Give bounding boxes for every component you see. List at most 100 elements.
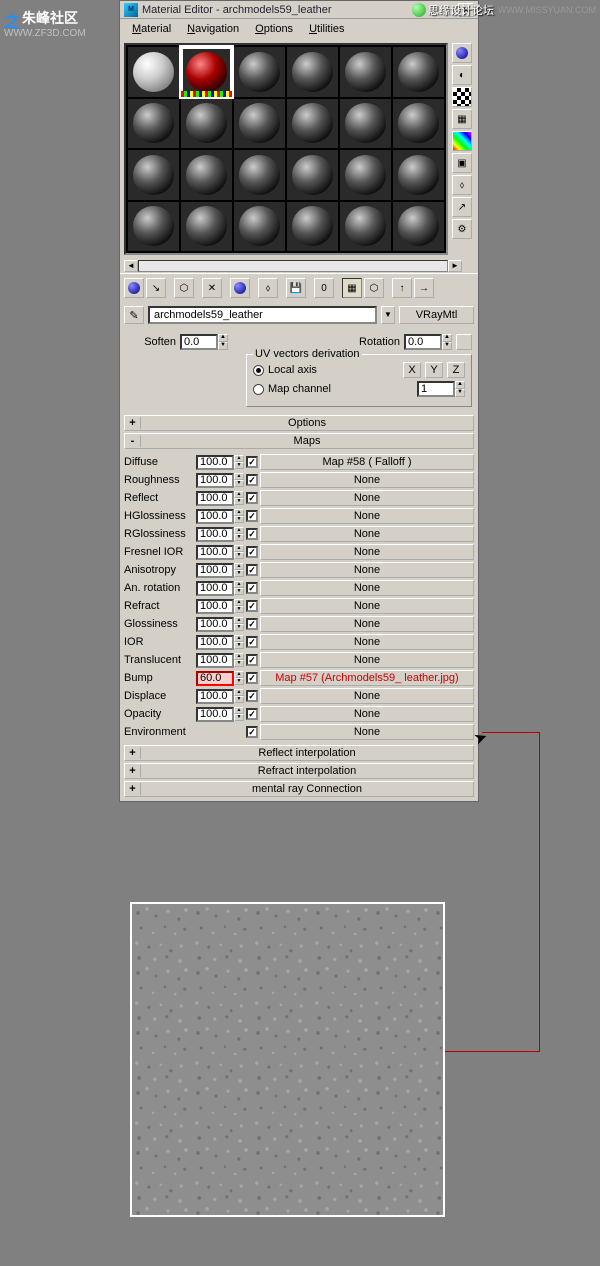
expand-icon[interactable]: + (125, 765, 141, 777)
map-channel-input[interactable] (417, 381, 455, 397)
map-amount-input[interactable] (196, 617, 234, 632)
map-slot-button[interactable]: None (260, 598, 474, 614)
make-unique-icon[interactable]: ⬨ (258, 278, 278, 298)
map-slot-button[interactable]: None (260, 688, 474, 704)
collapse-icon[interactable]: - (125, 435, 141, 447)
map-amount-spinner[interactable]: ▲▼ (196, 581, 244, 596)
spin-up-icon[interactable]: ▲ (234, 527, 244, 534)
assign-to-selection-icon[interactable]: ⬡ (174, 278, 194, 298)
rotation-spinner[interactable]: ▲▼ (404, 334, 452, 350)
map-amount-input[interactable] (196, 707, 234, 722)
sample-slot[interactable] (287, 150, 338, 200)
spin-up-icon[interactable]: ▲ (234, 707, 244, 714)
map-slot-button[interactable]: None (260, 616, 474, 632)
map-enable-checkbox[interactable]: ✓ (246, 654, 258, 666)
spin-up-icon[interactable]: ▲ (455, 381, 465, 389)
options-icon[interactable]: ⬨ (452, 175, 472, 195)
menu-options[interactable]: Options (247, 21, 301, 37)
map-enable-checkbox[interactable]: ✓ (246, 492, 258, 504)
rotation-input[interactable] (404, 334, 442, 350)
map-slot-button[interactable]: None (260, 724, 474, 740)
map-amount-input[interactable] (196, 527, 234, 542)
sample-slot[interactable] (340, 47, 391, 97)
map-slot-button[interactable]: None (260, 706, 474, 722)
material-id-icon[interactable]: 0 (314, 278, 334, 298)
reset-map-icon[interactable]: ✕ (202, 278, 222, 298)
map-enable-checkbox[interactable]: ✓ (246, 672, 258, 684)
map-enable-checkbox[interactable]: ✓ (246, 582, 258, 594)
soften-spinner[interactable]: ▲▼ (180, 334, 228, 350)
scroll-track[interactable] (138, 260, 448, 272)
map-amount-input[interactable] (196, 689, 234, 704)
menu-material[interactable]: Material (124, 21, 179, 37)
sample-uv-icon[interactable]: ▦ (452, 109, 472, 129)
sample-slot[interactable] (128, 150, 179, 200)
axis-y-button[interactable]: Y (425, 362, 443, 378)
spin-up-icon[interactable]: ▲ (234, 473, 244, 480)
pick-material-icon[interactable]: ✎ (124, 306, 144, 324)
sample-slot[interactable] (181, 99, 232, 149)
map-slot-button[interactable]: None (260, 562, 474, 578)
background-checker-icon[interactable] (452, 87, 472, 107)
map-slot-button[interactable]: None (260, 544, 474, 560)
spin-up-icon[interactable]: ▲ (234, 509, 244, 516)
spin-down-icon[interactable]: ▼ (234, 498, 244, 505)
map-amount-spinner[interactable]: ▲▼ (196, 671, 244, 686)
map-amount-input[interactable] (196, 491, 234, 506)
spin-up-icon[interactable]: ▲ (234, 635, 244, 642)
video-color-check-icon[interactable] (452, 131, 472, 151)
map-channel-spinner[interactable]: ▲▼ (417, 381, 465, 397)
map-enable-checkbox[interactable]: ✓ (246, 726, 258, 738)
expand-icon[interactable]: + (125, 417, 141, 429)
backlight-icon[interactable]: ◐ (452, 65, 472, 85)
sample-slot[interactable] (340, 150, 391, 200)
spin-down-icon[interactable]: ▼ (218, 342, 228, 350)
name-dropdown-icon[interactable]: ▼ (381, 306, 395, 324)
map-amount-spinner[interactable]: ▲▼ (196, 599, 244, 614)
map-amount-spinner[interactable]: ▲▼ (196, 473, 244, 488)
sample-slot[interactable] (234, 150, 285, 200)
axis-z-button[interactable]: Z (447, 362, 465, 378)
spin-up-icon[interactable]: ▲ (234, 581, 244, 588)
show-map-viewport-icon[interactable]: ▦ (342, 278, 362, 298)
sample-slot[interactable] (393, 202, 444, 252)
spin-down-icon[interactable]: ▼ (234, 714, 244, 721)
put-to-library-icon[interactable]: 💾 (286, 278, 306, 298)
map-amount-spinner[interactable]: ▲▼ (196, 635, 244, 650)
soften-input[interactable] (180, 334, 218, 350)
map-amount-spinner[interactable]: ▲▼ (196, 545, 244, 560)
map-enable-checkbox[interactable]: ✓ (246, 690, 258, 702)
map-amount-spinner[interactable]: ▲▼ (196, 455, 244, 470)
map-slot-button[interactable]: None (260, 634, 474, 650)
spin-up-icon[interactable]: ▲ (234, 455, 244, 462)
spin-up-icon[interactable]: ▲ (218, 334, 228, 342)
map-amount-input[interactable] (196, 455, 234, 470)
sample-slot[interactable] (287, 47, 338, 97)
sample-slot[interactable] (393, 47, 444, 97)
map-slot-button[interactable]: Map #58 ( Falloff ) (260, 454, 474, 470)
map-enable-checkbox[interactable]: ✓ (246, 528, 258, 540)
spin-down-icon[interactable]: ▼ (234, 696, 244, 703)
map-amount-input[interactable] (196, 671, 234, 686)
spin-down-icon[interactable]: ▼ (234, 534, 244, 541)
axis-x-button[interactable]: X (403, 362, 421, 378)
map-amount-input[interactable] (196, 581, 234, 596)
scroll-right-icon[interactable]: ► (448, 260, 462, 272)
sample-slot[interactable] (181, 202, 232, 252)
sample-slot[interactable] (181, 47, 232, 97)
make-preview-icon[interactable]: ▣ (452, 153, 472, 173)
map-amount-input[interactable] (196, 653, 234, 668)
spin-down-icon[interactable]: ▼ (234, 588, 244, 595)
mental-ray-rollout[interactable]: + mental ray Connection (124, 781, 474, 797)
map-slot-button[interactable]: Map #57 (Archmodels59_ leather.jpg) (260, 670, 474, 686)
menu-utilities[interactable]: Utilities (301, 21, 352, 37)
map-slot-button[interactable]: None (260, 526, 474, 542)
spin-down-icon[interactable]: ▼ (234, 660, 244, 667)
select-by-material-icon[interactable]: ↗ (452, 197, 472, 217)
map-amount-spinner[interactable]: ▲▼ (196, 707, 244, 722)
sample-slot[interactable] (393, 99, 444, 149)
sample-slot[interactable] (340, 202, 391, 252)
map-amount-input[interactable] (196, 509, 234, 524)
options-rollout-header[interactable]: + Options (124, 415, 474, 431)
expand-icon[interactable]: + (125, 783, 141, 795)
